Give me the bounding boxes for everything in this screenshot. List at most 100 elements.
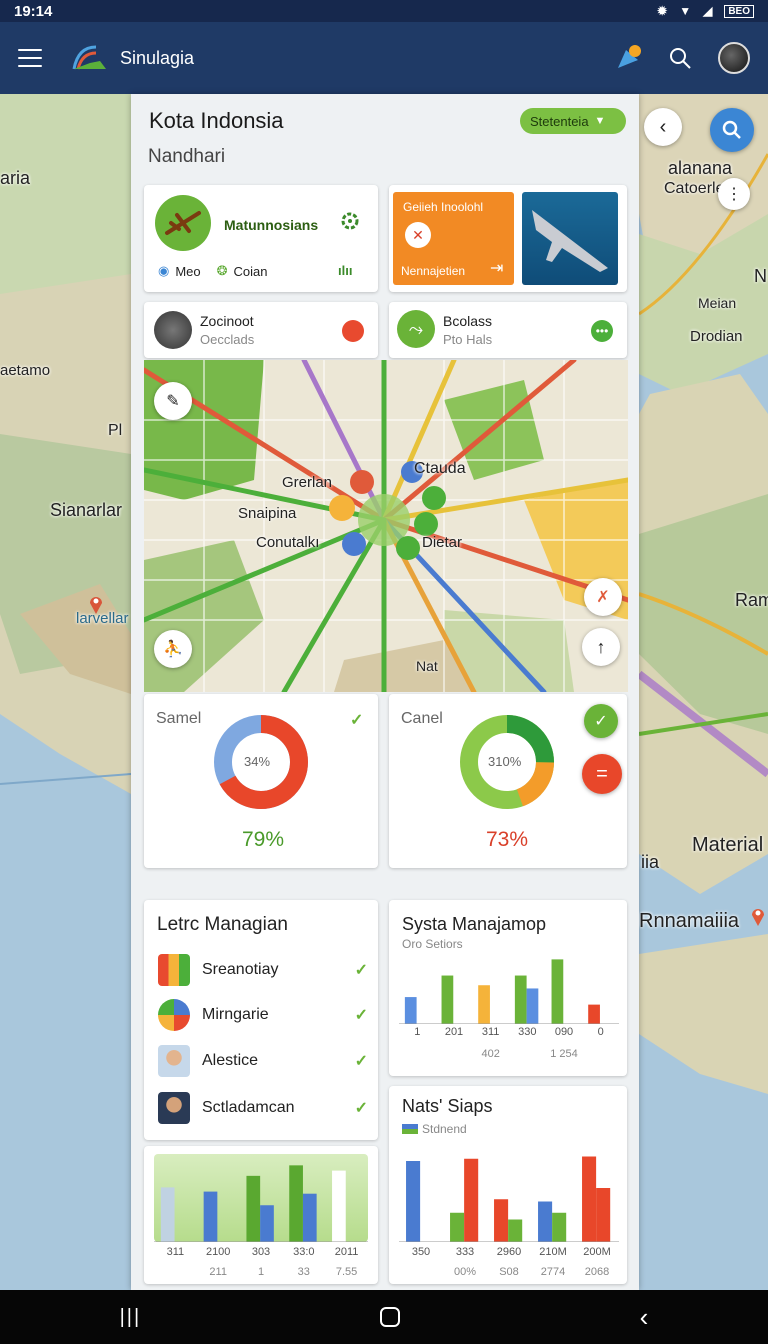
list-title: Letrc Managian [157,914,288,935]
card-matunnosians[interactable]: Matunnosians ◉ Meo ❂ Coian ılıı [144,185,378,292]
axis-tick-label: 211 [209,1266,227,1278]
legend-label: Stdnend [422,1122,467,1136]
home-button[interactable] [380,1307,401,1327]
map-layers-button[interactable]: ✗ [584,578,622,616]
map-pin-icon[interactable] [750,905,766,927]
search-icon [722,120,741,139]
axis-tick-label: 2100 [205,1246,231,1258]
flag-icon [158,954,190,986]
signal-icon: ◢ [703,4,713,18]
chart-title: Nats' Siaps [402,1096,493,1116]
donut-card-left[interactable]: Samel ✓ 34% 79% [144,694,378,868]
menu-icon[interactable] [18,49,42,67]
map-label: aetamo [0,362,51,379]
axis-tick-label: 2011 [334,1246,359,1258]
person-icon: ⛹ [163,641,183,658]
axis-tick-label: 402 [481,1048,500,1060]
donut-value: 79% [242,828,285,851]
chart-bar [289,1165,303,1242]
map-label: Grerlan [282,474,333,491]
footer-labels: 211 1 33 7.55 [154,1266,368,1282]
map-label: N [754,266,767,286]
axis-tick-label: 0 [597,1026,604,1038]
map-label: Catoerle [664,180,725,197]
map-person-button[interactable]: ⛹ [154,630,192,668]
donut-title: Samel [156,710,202,727]
map-label: Rnnamaiiia [639,910,740,932]
list-item[interactable]: Alestice ✓ [158,1041,368,1081]
gear-icon[interactable] [340,211,360,231]
chart-bar [404,997,417,1024]
more-horiz-icon[interactable]: ••• [591,320,613,342]
filter-chip[interactable]: Stetenteia ▼ [520,108,626,134]
status-time: 19:14 [14,2,53,20]
map-search-button[interactable] [710,108,754,152]
notification-icon[interactable] [614,44,642,72]
alert-icon[interactable] [342,320,364,342]
card-zocinoot[interactable]: Zocinoot Oecclads [144,302,378,358]
chart-card-systa[interactable]: Systa Manajamop Oro Setiors 1 201 311 330 09… [389,900,627,1076]
chart-bar [551,959,564,1024]
x-axis-labels: 1 201 311 330 090 0 [399,1026,619,1042]
remove-button[interactable]: = [582,754,622,794]
chart-bar [478,985,490,1024]
status-bar: 19:14 ✹ ▼ ◢ BEO [0,0,768,22]
map-north-button[interactable]: ↑ [582,628,620,666]
pinwheel-icon [158,999,190,1031]
map-edit-button[interactable]: ✎ [154,382,192,420]
chart-bar [526,988,539,1024]
axis-tick-label: 330 [518,1026,537,1038]
card-promo[interactable]: Geiieh Inoolohl ✕ Nennajetien ⇥ [389,185,627,292]
app-bar: Sinulagia [0,22,768,94]
avatar[interactable] [718,42,750,74]
city-map-graphic[interactable] [144,360,628,692]
axis-tick-label: 33 [297,1266,310,1278]
card-title: Matunnosians [224,217,319,233]
search-icon[interactable] [668,46,692,70]
bar-chart-2 [399,1156,619,1242]
axis-tick-label: 2068 [584,1266,610,1278]
aircraft-thumb [154,311,192,349]
promo-tile[interactable]: Geiieh Inoolohl ✕ Nennajetien ⇥ [393,192,514,285]
axis-tick-label: 1 [257,1266,265,1278]
promo-title: Geiieh Inoolohl [403,200,484,214]
list-item-label: Mirngarie [202,1006,269,1023]
more-options-button[interactable]: ⋮ [718,178,750,210]
battery-icon: BEO [724,4,754,18]
legend-swatch [402,1124,418,1134]
location-icon: ◉ [158,263,170,278]
check-icon: ✓ [354,1053,368,1070]
back-button[interactable]: ‹ [644,108,682,146]
axis-tick-label: 201 [444,1026,464,1038]
wifi-icon: ▼ [679,4,692,18]
back-nav-button[interactable]: ‹ [640,1302,649,1333]
close-icon[interactable]: ✕ [405,222,431,248]
chart-bar [582,1156,597,1242]
leaf-icon: ❂ [216,263,228,278]
check-icon: ✓ [354,1007,368,1024]
bar-chart-3 [154,1165,368,1242]
chart-bar [332,1170,346,1242]
chart-card-bottom[interactable]: 311 2100 303 33:0 2011 211 1 33 7.55 [144,1146,378,1284]
map-label: Ctauda [414,460,466,477]
chart-bar [596,1188,611,1242]
map-pin-icon[interactable] [88,594,104,614]
map-label: Snaipina [238,505,297,522]
confirm-button[interactable]: ✓ [584,704,618,738]
list-item[interactable]: Sctladamcan ✓ [158,1088,368,1128]
chart-card-nats[interactable]: Nats' Siaps Stdnend 350 333 2960 210M 200M 0… [389,1086,627,1284]
side-panel: Kota Indonsia Nandhari Stetenteia ▼ Matu… [131,94,639,1290]
promo-footer: Nennajetien [401,264,466,278]
recent-apps-button[interactable]: ||| [120,1306,142,1329]
axis-tick-label: 2960 [496,1246,522,1258]
card-bcolass[interactable]: ⤳ Bcolass Pto Hals ••• [389,302,627,358]
list-item[interactable]: Sreanotiay ✓ [158,950,368,990]
card-subtitle: Pto Hals [443,332,493,347]
avatar [158,1045,190,1077]
city-map[interactable]: Grerlan Ctauda Snaipina Conutalkı Dietar… [144,360,628,692]
list-item[interactable]: Mirngarie ✓ [158,995,368,1035]
chart-bar [160,1187,175,1242]
list-item-label: Sctladamcan [202,1099,295,1116]
footer-labels: 00% S08 2774 2068 [399,1266,619,1282]
axis-tick-label: 311 [481,1026,500,1038]
